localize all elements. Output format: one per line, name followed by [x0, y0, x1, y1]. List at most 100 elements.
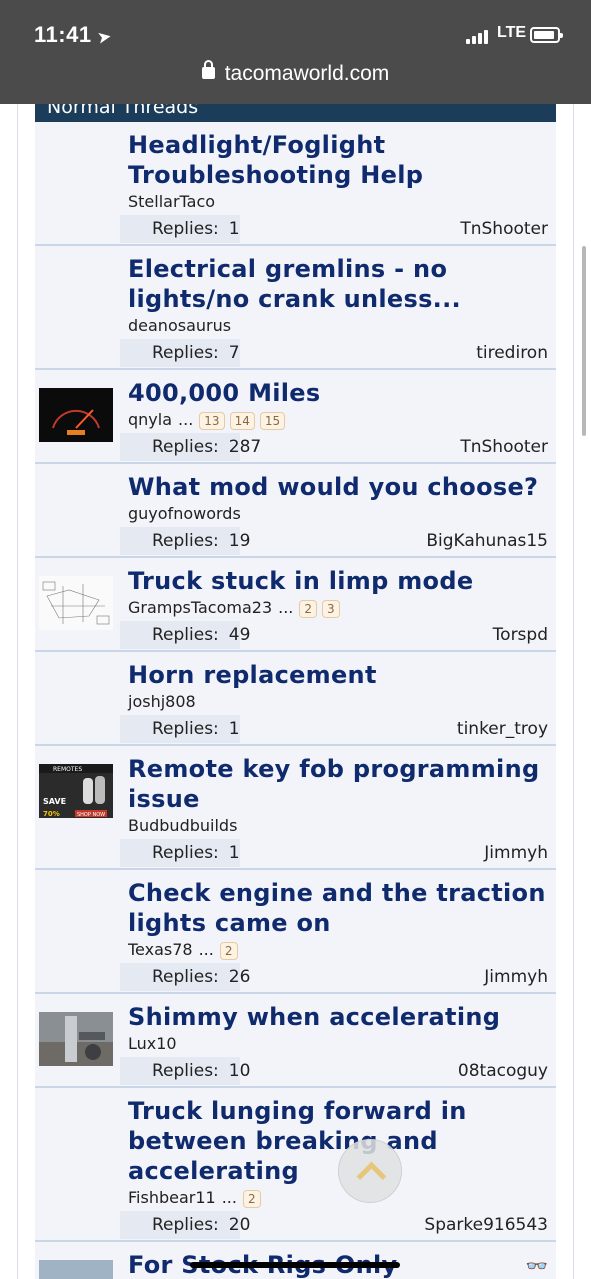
thread-byline: deanosaurus — [128, 314, 556, 338]
thread-byline: GrampsTacoma23... 2 3 — [128, 596, 556, 620]
replies-value: 19 — [228, 531, 251, 551]
scrollbar[interactable] — [582, 246, 586, 436]
replies-label: Replies: — [152, 719, 219, 739]
replies-value: 10 — [228, 1061, 251, 1081]
thread-stats: Replies: 49 Torspd — [35, 620, 556, 650]
last-poster-link[interactable]: tinker_troy — [457, 715, 548, 743]
reply-count: Replies: 10 — [120, 1057, 250, 1085]
thread-stats: Replies: 7 tirediron — [35, 338, 556, 368]
last-poster-link[interactable]: Sparke916543 — [424, 1211, 548, 1239]
thread-title-link[interactable]: Remote key fob programming issue — [128, 746, 556, 814]
truck-photo-thumbnail[interactable] — [39, 1260, 113, 1279]
thread-row[interactable]: What mod would you choose? guyofnowords Re… — [35, 464, 556, 558]
replies-value: 1 — [228, 219, 240, 239]
page-link[interactable]: 2 — [219, 941, 238, 960]
thread-author[interactable]: qnyla — [128, 410, 172, 429]
last-poster-link[interactable]: Jimmyh — [484, 839, 548, 867]
thread-stats: Replies: 10 08tacoguy — [35, 1056, 556, 1086]
page-link[interactable]: 13 — [199, 411, 225, 430]
last-poster-link[interactable]: BigKahunas15 — [426, 527, 548, 555]
replies-value: 20 — [228, 1215, 251, 1235]
thread-row[interactable]: 👓For Stock Rigs OnlyPlain Jane Taco...23… — [35, 1242, 556, 1279]
page-ellipsis: ... — [221, 1188, 237, 1207]
thread-author[interactable]: GrampsTacoma23 — [128, 598, 272, 617]
replies-label: Replies: — [152, 531, 219, 551]
thread-author[interactable]: Lux10 — [128, 1034, 177, 1053]
page-ellipsis: ... — [198, 940, 214, 959]
thread-author[interactable]: joshj808 — [128, 692, 196, 711]
page-link[interactable]: 2 — [299, 599, 318, 618]
home-indicator[interactable] — [190, 1262, 400, 1268]
last-poster-link[interactable]: TnShooter — [460, 215, 548, 243]
replies-value: 287 — [228, 437, 262, 457]
replies-value: 1 — [228, 719, 240, 739]
thread-byline: Fishbear11... 2 — [128, 1186, 556, 1210]
scroll-to-top-button[interactable] — [338, 1139, 402, 1203]
page-link[interactable]: 3 — [322, 599, 340, 618]
thread-row[interactable]: 400,000 Miles qnyla... 13 14 15 Replies: 287 Tn… — [35, 370, 556, 464]
thread-row[interactable]: Truck lunging forward in between breakin… — [35, 1088, 556, 1242]
thread-row[interactable]: Truck stuck in limp mode GrampsTacoma23..… — [35, 558, 556, 652]
thread-title-link[interactable]: Electrical gremlins - no lights/no crank… — [128, 246, 556, 314]
replies-label: Replies: — [152, 343, 219, 363]
svg-text:REMOTES: REMOTES — [53, 766, 82, 773]
carrier-label: LTE — [497, 24, 527, 41]
thread-title-link[interactable]: Truck stuck in limp mode — [128, 558, 556, 596]
last-poster-link[interactable]: Jimmyh — [484, 963, 548, 991]
last-poster-link[interactable]: TnShooter — [460, 433, 548, 461]
thread-title-link[interactable]: Headlight/Foglight Troubleshooting Help — [128, 122, 556, 190]
thread-author[interactable]: Fishbear11 — [128, 1188, 216, 1207]
page-link[interactable]: 15 — [259, 411, 286, 430]
thread-row[interactable]: Headlight/Foglight Troubleshooting Help S… — [35, 122, 556, 246]
reply-count: Replies: 20 — [120, 1211, 250, 1239]
status-time: 11:41 ➤ — [34, 22, 113, 47]
section-header: Normal Threads — [35, 104, 556, 122]
thread-byline: Budbudbuilds — [128, 814, 556, 838]
thread-author[interactable]: Texas78 — [128, 940, 193, 959]
thread-author[interactable]: guyofnowords — [128, 504, 241, 523]
replies-label: Replies: — [152, 1215, 219, 1235]
replies-value: 26 — [228, 967, 251, 987]
signal-strength-icon — [466, 28, 490, 44]
thread-title-link[interactable]: What mod would you choose? — [128, 464, 556, 502]
page-ellipsis: ... — [178, 410, 194, 429]
thread-title-link[interactable]: Check engine and the traction lights cam… — [128, 870, 556, 938]
thread-stats: Replies: 1 Jimmyh — [35, 838, 556, 868]
reply-count: Replies: 1 — [120, 839, 240, 867]
replies-value: 7 — [228, 343, 240, 363]
thread-row[interactable]: Horn replacement joshj808 Replies: 1 tinker_… — [35, 652, 556, 746]
thread-title-link[interactable]: Horn replacement — [128, 652, 556, 690]
battery-icon — [530, 27, 563, 43]
thread-stats: Replies: 26 Jimmyh — [35, 962, 556, 992]
thread-stats: Replies: 287 TnShooter — [35, 432, 556, 462]
replies-label: Replies: — [152, 843, 219, 863]
thread-author[interactable]: Budbudbuilds — [128, 816, 237, 835]
url-text: tacomaworld.com — [224, 62, 390, 85]
key-fob-ad-thumbnail[interactable]: REMOTES SAVE 70% SHOP NOW — [39, 764, 113, 818]
last-poster-link[interactable]: Torspd — [493, 621, 548, 649]
page-link[interactable]: 14 — [229, 411, 255, 430]
thread-stats: Replies: 1 TnShooter — [35, 214, 556, 244]
thread-stats: Replies: 19 BigKahunas15 — [35, 526, 556, 556]
thread-title-link[interactable]: Shimmy when accelerating — [128, 994, 556, 1032]
thread-byline: qnyla... 13 14 15 — [128, 408, 556, 432]
page-link[interactable]: 2 — [242, 1189, 261, 1208]
thread-author[interactable]: StellarTaco — [128, 192, 215, 211]
replies-label: Replies: — [152, 437, 219, 457]
thread-title-link[interactable]: 400,000 Miles — [128, 370, 556, 408]
thread-row[interactable]: Shimmy when accelerating Lux10 Replies: 10 0… — [35, 994, 556, 1088]
thread-row[interactable]: Electrical gremlins - no lights/no crank… — [35, 246, 556, 370]
last-poster-link[interactable]: tirediron — [476, 339, 548, 367]
thread-author[interactable]: deanosaurus — [128, 316, 231, 335]
browser-top-bar: 11:41 ➤ LTE tacomaworld.com — [0, 0, 591, 104]
thread-byline: Lux10 — [128, 1032, 556, 1056]
address-bar[interactable]: tacomaworld.com — [0, 60, 591, 86]
thread-row[interactable]: REMOTES SAVE 70% SHOP NOW Remote key fob pro… — [35, 746, 556, 870]
page-ellipsis: ... — [278, 598, 294, 617]
svg-text:SHOP NOW: SHOP NOW — [77, 812, 105, 818]
last-poster-link[interactable]: 08tacoguy — [458, 1057, 548, 1085]
thread-row[interactable]: Check engine and the traction lights cam… — [35, 870, 556, 994]
svg-text:70%: 70% — [43, 810, 60, 818]
lock-icon — [201, 60, 215, 79]
thread-title-link[interactable]: For Stock Rigs Only — [128, 1242, 556, 1279]
